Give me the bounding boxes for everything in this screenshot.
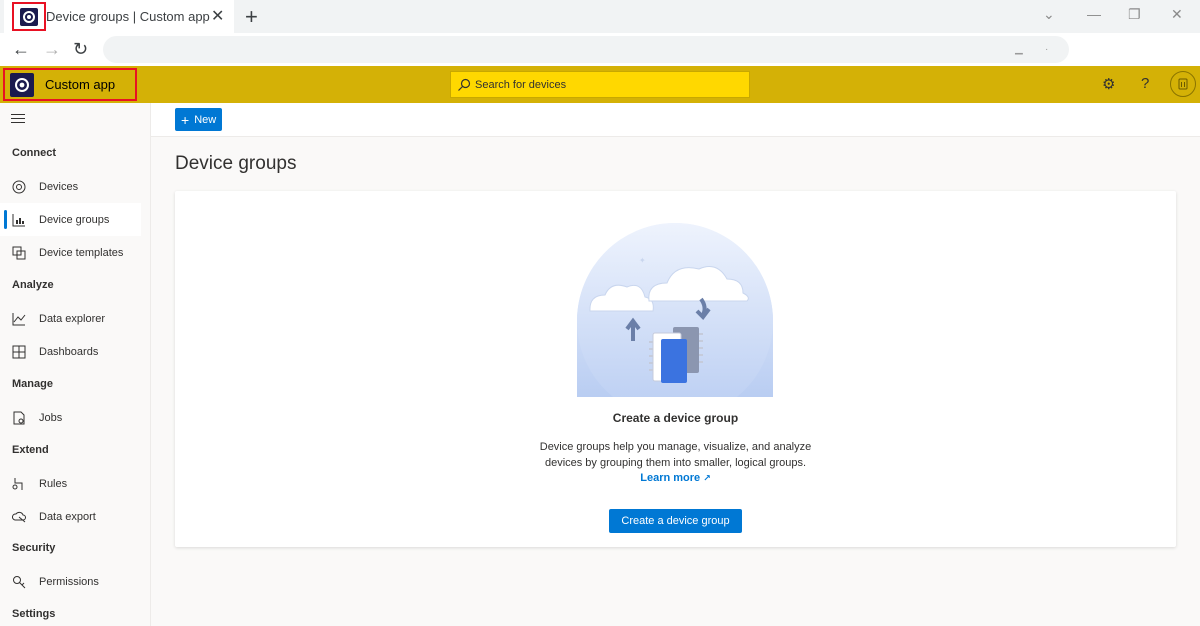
extension-icon[interactable]: · [1045, 44, 1048, 55]
device-templates-icon [11, 245, 26, 260]
external-link-icon: ↗ [703, 473, 711, 483]
hamburger-menu-icon[interactable] [11, 114, 25, 126]
sidebar-item-label: Data explorer [39, 312, 106, 325]
forward-icon[interactable]: → [43, 39, 61, 60]
sidebar-section-manage: Manage [12, 378, 53, 390]
restore-icon[interactable]: ❐ [1128, 6, 1141, 23]
sidebar-item-permissions[interactable]: Permissions [0, 565, 141, 598]
device-group-illustration: ✦ [577, 223, 773, 397]
empty-state-title: Create a device group [612, 411, 739, 425]
page-title: Device groups [175, 153, 297, 174]
sidebar-item-dashboards[interactable]: Dashboards [0, 335, 141, 368]
back-icon[interactable]: ← [12, 39, 30, 60]
empty-state-description: Device groups help you manage, visualize… [539, 441, 812, 453]
user-icon [1178, 78, 1188, 90]
data-export-icon [11, 509, 26, 524]
sidebar-item-label: Device templates [39, 246, 124, 259]
sidebar-section-connect: Connect [12, 147, 56, 159]
app-favicon-icon [12, 2, 46, 31]
permissions-icon [11, 574, 26, 589]
extension-icon[interactable]: ▁ [1015, 44, 1023, 55]
data-explorer-icon [11, 311, 26, 326]
active-indicator [4, 210, 7, 229]
browser-tab[interactable]: Device groups | Custom app ✕ [4, 0, 234, 33]
sidebar-item-label: Dashboards [39, 345, 99, 358]
sidebar-item-label: Devices [39, 180, 79, 193]
command-bar: + New [151, 103, 1200, 137]
search-placeholder: Search for devices [475, 78, 567, 91]
learn-more-label: Learn more [640, 472, 701, 484]
empty-state-description: devices by grouping them into smaller, l… [544, 457, 807, 469]
sidebar-item-label: Data export [39, 510, 96, 523]
plus-icon: + [181, 111, 190, 128]
learn-more-link[interactable]: Learn more ↗ [175, 472, 1176, 484]
sidebar-item-label: Permissions [39, 575, 99, 588]
sidebar-item-jobs[interactable]: Jobs [0, 401, 141, 434]
dashboards-icon [11, 344, 26, 359]
devices-icon [11, 179, 26, 194]
sidebar-item-label: Jobs [39, 411, 63, 424]
app-header: Custom app Search for devices ⚙ ? [0, 66, 1200, 103]
browser-nav-bar: ← → ↻ ▁ · [0, 33, 1200, 66]
search-input[interactable]: Search for devices [450, 71, 750, 98]
empty-state-card: ✦ Create a device group Device groups he… [175, 191, 1176, 547]
sidebar-item-devices[interactable]: Devices [0, 170, 141, 203]
sidebar-section-analyze: Analyze [12, 279, 54, 291]
sidebar-item-device-groups[interactable]: Device groups [0, 203, 141, 236]
rules-icon [11, 476, 26, 491]
svg-text:✦: ✦ [639, 256, 646, 265]
reload-icon[interactable]: ↻ [73, 39, 88, 60]
browser-tab-strip: Device groups | Custom app ✕ + ⌄ — ❐ ✕ [0, 0, 1200, 33]
minimize-icon[interactable]: — [1087, 6, 1101, 22]
gear-icon[interactable]: ⚙ [1102, 75, 1115, 93]
jobs-icon [11, 410, 26, 425]
sidebar: Connect Devices Device groups Device tem… [0, 103, 151, 626]
sidebar-item-rules[interactable]: Rules [0, 467, 141, 500]
new-button[interactable]: + New [175, 108, 222, 131]
app-brand[interactable]: Custom app [3, 68, 137, 101]
sidebar-section-settings[interactable]: Settings [12, 608, 55, 620]
sidebar-section-extend: Extend [12, 444, 49, 456]
sidebar-item-label: Device groups [39, 213, 110, 226]
sidebar-item-data-explorer[interactable]: Data explorer [0, 302, 141, 335]
address-bar[interactable]: ▁ · [103, 36, 1069, 63]
create-device-group-button[interactable]: Create a device group [609, 509, 742, 533]
sidebar-item-device-templates[interactable]: Device templates [0, 236, 141, 269]
device-groups-icon [11, 212, 26, 227]
avatar[interactable] [1170, 71, 1196, 97]
new-button-label: New [194, 113, 217, 126]
close-tab-icon[interactable]: ✕ [211, 6, 224, 26]
tab-title: Device groups | Custom app [46, 9, 210, 24]
sidebar-item-data-export[interactable]: Data export [0, 500, 141, 533]
create-device-group-label: Create a device group [621, 515, 730, 527]
close-window-icon[interactable]: ✕ [1171, 6, 1183, 23]
tab-search-chevron-icon[interactable]: ⌄ [1043, 6, 1055, 23]
sidebar-item-label: Rules [39, 477, 68, 490]
app-logo-icon [10, 72, 34, 97]
help-icon[interactable]: ? [1141, 75, 1149, 92]
sidebar-section-security: Security [12, 542, 56, 554]
search-icon [458, 78, 471, 91]
app-name: Custom app [45, 77, 116, 92]
new-tab-button[interactable]: + [245, 4, 258, 30]
